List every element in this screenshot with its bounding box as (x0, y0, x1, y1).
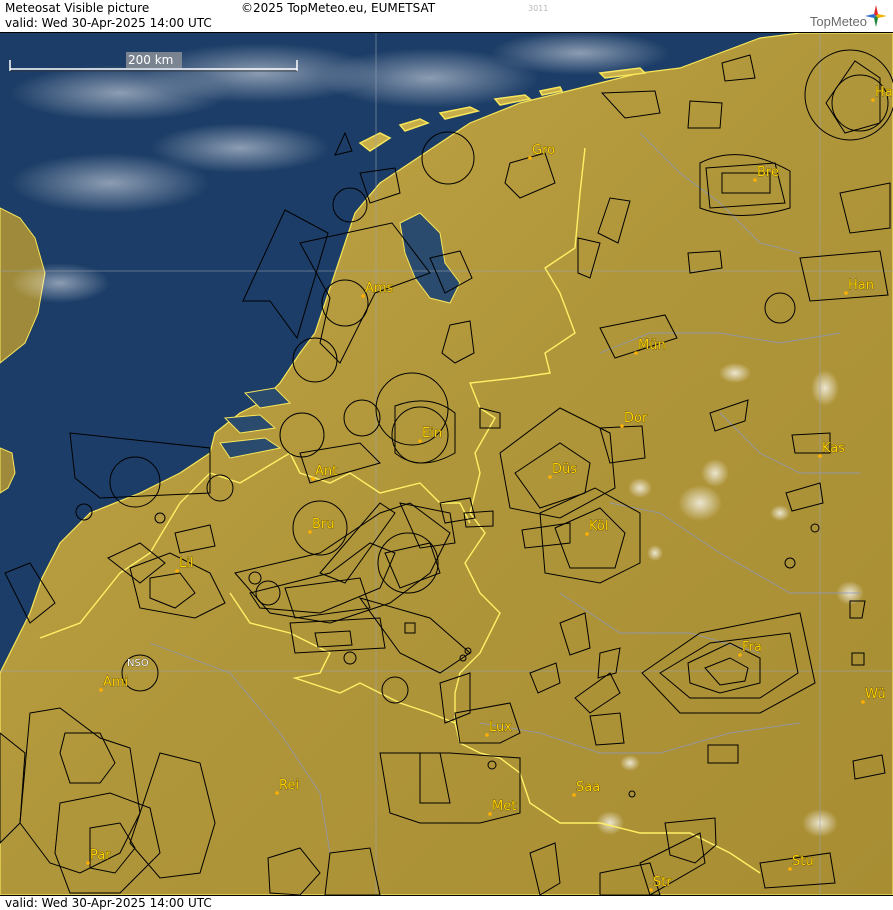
city-label: Bru (312, 517, 335, 532)
city-marker: Dor (620, 411, 648, 428)
city-marker: Ami (99, 675, 128, 692)
city-marker: Met (488, 799, 517, 816)
city-marker: Par (86, 848, 112, 865)
city-label: Gro (532, 143, 555, 158)
compass-icon (865, 5, 887, 27)
city-label: Han (848, 278, 874, 293)
city-label: Ein (422, 426, 442, 441)
city-marker: NSO (127, 658, 149, 670)
map-title: Meteosat Visible picture (5, 1, 150, 15)
city-label: Stu (792, 854, 814, 869)
city-label: Kas (822, 441, 845, 456)
city-marker: Str (649, 875, 673, 892)
image-code: 3011 (528, 4, 549, 13)
satellite-map[interactable]: 200 km Gro Bre Ha Ams Han Mün Dor Ein Kas Ant Düs B… (0, 33, 893, 895)
header-bar: Meteosat Visible picture valid: Wed 30-A… (0, 0, 893, 33)
city-label: Rei (279, 778, 299, 793)
city-marker: Han (844, 278, 874, 295)
city-marker: Rei (275, 778, 299, 795)
city-label: Ha (875, 85, 893, 100)
city-marker: Bre (753, 165, 779, 182)
city-label: Lil (179, 556, 193, 571)
city-label: Bre (757, 165, 779, 180)
city-label: Par (90, 848, 111, 863)
city-marker: Fra (738, 640, 762, 657)
city-marker: Düs (548, 462, 578, 479)
city-marker: Ha (871, 85, 893, 102)
city-label: Saa (576, 780, 600, 795)
city-marker: Wü (861, 687, 886, 704)
city-label: Wü (865, 687, 886, 702)
footer-valid-time: valid: Wed 30-Apr-2025 14:00 UTC (5, 896, 212, 910)
scale-bar-label: 200 km (128, 53, 173, 67)
city-marker: Ams (361, 281, 394, 298)
city-label: Str (653, 875, 672, 890)
city-label: Köl (589, 519, 608, 534)
footer-bar: valid: Wed 30-Apr-2025 14:00 UTC (0, 895, 893, 910)
city-label: Fra (742, 640, 762, 655)
city-label: Ams (365, 281, 394, 296)
city-marker: Gro (528, 143, 555, 160)
city-marker: Kas (818, 441, 846, 458)
city-label: Met (492, 799, 516, 814)
valid-time: valid: Wed 30-Apr-2025 14:00 UTC (5, 16, 212, 30)
city-label: Ant (315, 464, 337, 479)
brand-logo-text[interactable]: TopMeteo (810, 14, 867, 29)
city-label: NSO (127, 658, 149, 669)
city-label: Dor (624, 411, 648, 426)
map-canvas: 200 km Gro Bre Ha Ams Han Mün Dor Ein Kas Ant Düs B… (0, 33, 893, 895)
city-marker: Lux (485, 720, 513, 737)
copyright: ©2025 TopMeteo.eu, EUMETSAT (241, 1, 436, 15)
city-label: Ami (103, 675, 128, 690)
city-marker: Ant (311, 464, 338, 481)
city-marker: Köl (585, 519, 609, 536)
city-marker: Stu (788, 854, 814, 871)
city-marker: Bru (308, 517, 335, 534)
city-label: Düs (552, 462, 577, 477)
city-marker: Ein (418, 426, 442, 443)
city-marker: Saa (572, 780, 600, 797)
city-label: Lux (489, 720, 512, 735)
city-label: Mün (638, 338, 666, 353)
city-marker: Mün (634, 338, 666, 355)
